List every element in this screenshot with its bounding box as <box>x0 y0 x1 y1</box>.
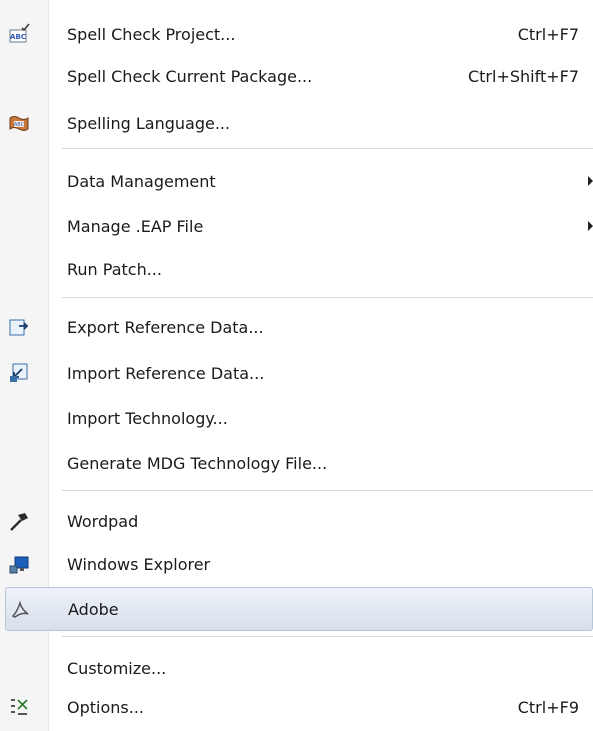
menu-separator <box>62 148 593 149</box>
submenu-arrow-icon <box>588 221 593 231</box>
menu-item-spell-check-package[interactable]: Spell Check Current Package... Ctrl+Shif… <box>0 52 593 100</box>
menu-item-manage-eap-file[interactable]: Manage .EAP File <box>0 202 593 250</box>
spelling-language-icon: ABC <box>8 112 30 134</box>
menu-item-label: Options... <box>67 697 144 717</box>
menu-item-shortcut: Ctrl+Shift+F7 <box>467 66 579 86</box>
menu-item-label: Import Reference Data... <box>67 363 265 383</box>
menu-item-spelling-language[interactable]: ABC Spelling Language... <box>0 99 593 147</box>
menu-item-data-management[interactable]: Data Management <box>0 157 593 205</box>
svg-text:ABC: ABC <box>10 33 26 41</box>
menu-item-shortcut: Ctrl+F7 <box>517 24 579 44</box>
menu-item-shortcut: Ctrl+F9 <box>517 697 579 717</box>
hammer-icon <box>8 510 30 532</box>
menu-item-spell-check-project[interactable]: ABC Spell Check Project... Ctrl+F7 <box>0 10 593 58</box>
menu-item-generate-mdg-technology-file[interactable]: Generate MDG Technology File... <box>0 439 593 487</box>
adobe-icon <box>9 598 31 620</box>
options-icon <box>8 696 30 718</box>
submenu-arrow-icon <box>588 176 593 186</box>
menu-item-adobe[interactable]: Adobe <box>5 587 593 631</box>
menu-item-label: Generate MDG Technology File... <box>67 453 328 473</box>
menu-item-label: Spelling Language... <box>67 113 231 133</box>
menu-separator <box>62 636 593 637</box>
menu-item-options[interactable]: Options... Ctrl+F9 <box>0 683 593 731</box>
menu-item-label: Spell Check Project... <box>67 24 236 44</box>
menu-separator <box>62 297 593 298</box>
menu-item-windows-explorer[interactable]: Windows Explorer <box>0 540 593 588</box>
menu-item-run-patch[interactable]: Run Patch... <box>0 245 593 293</box>
menu-item-wordpad[interactable]: Wordpad <box>0 497 593 545</box>
menu-item-import-technology[interactable]: Import Technology... <box>0 394 593 442</box>
menu-item-label: Adobe <box>68 599 119 619</box>
menu-item-label: Wordpad <box>67 511 139 531</box>
menu-item-import-reference-data[interactable]: Import Reference Data... <box>0 349 593 397</box>
menu-item-label: Data Management <box>67 171 216 191</box>
menu-item-label: Run Patch... <box>67 259 162 279</box>
svg-text:ABC: ABC <box>14 122 25 128</box>
menu-item-label: Manage .EAP File <box>67 216 204 236</box>
menu-item-label: Windows Explorer <box>67 554 211 574</box>
spell-check-icon: ABC <box>8 23 30 45</box>
export-icon <box>8 316 30 338</box>
menu-item-label: Import Technology... <box>67 408 228 428</box>
menu-item-label: Spell Check Current Package... <box>67 66 313 86</box>
menu-item-label: Export Reference Data... <box>67 317 264 337</box>
menu-item-export-reference-data[interactable]: Export Reference Data... <box>0 303 593 351</box>
menu-item-label: Customize... <box>67 658 167 678</box>
menu-separator <box>62 490 593 491</box>
context-menu: ABC Spell Check Project... Ctrl+F7 Spell… <box>0 0 593 731</box>
import-icon <box>8 362 30 384</box>
explorer-icon <box>8 553 30 575</box>
